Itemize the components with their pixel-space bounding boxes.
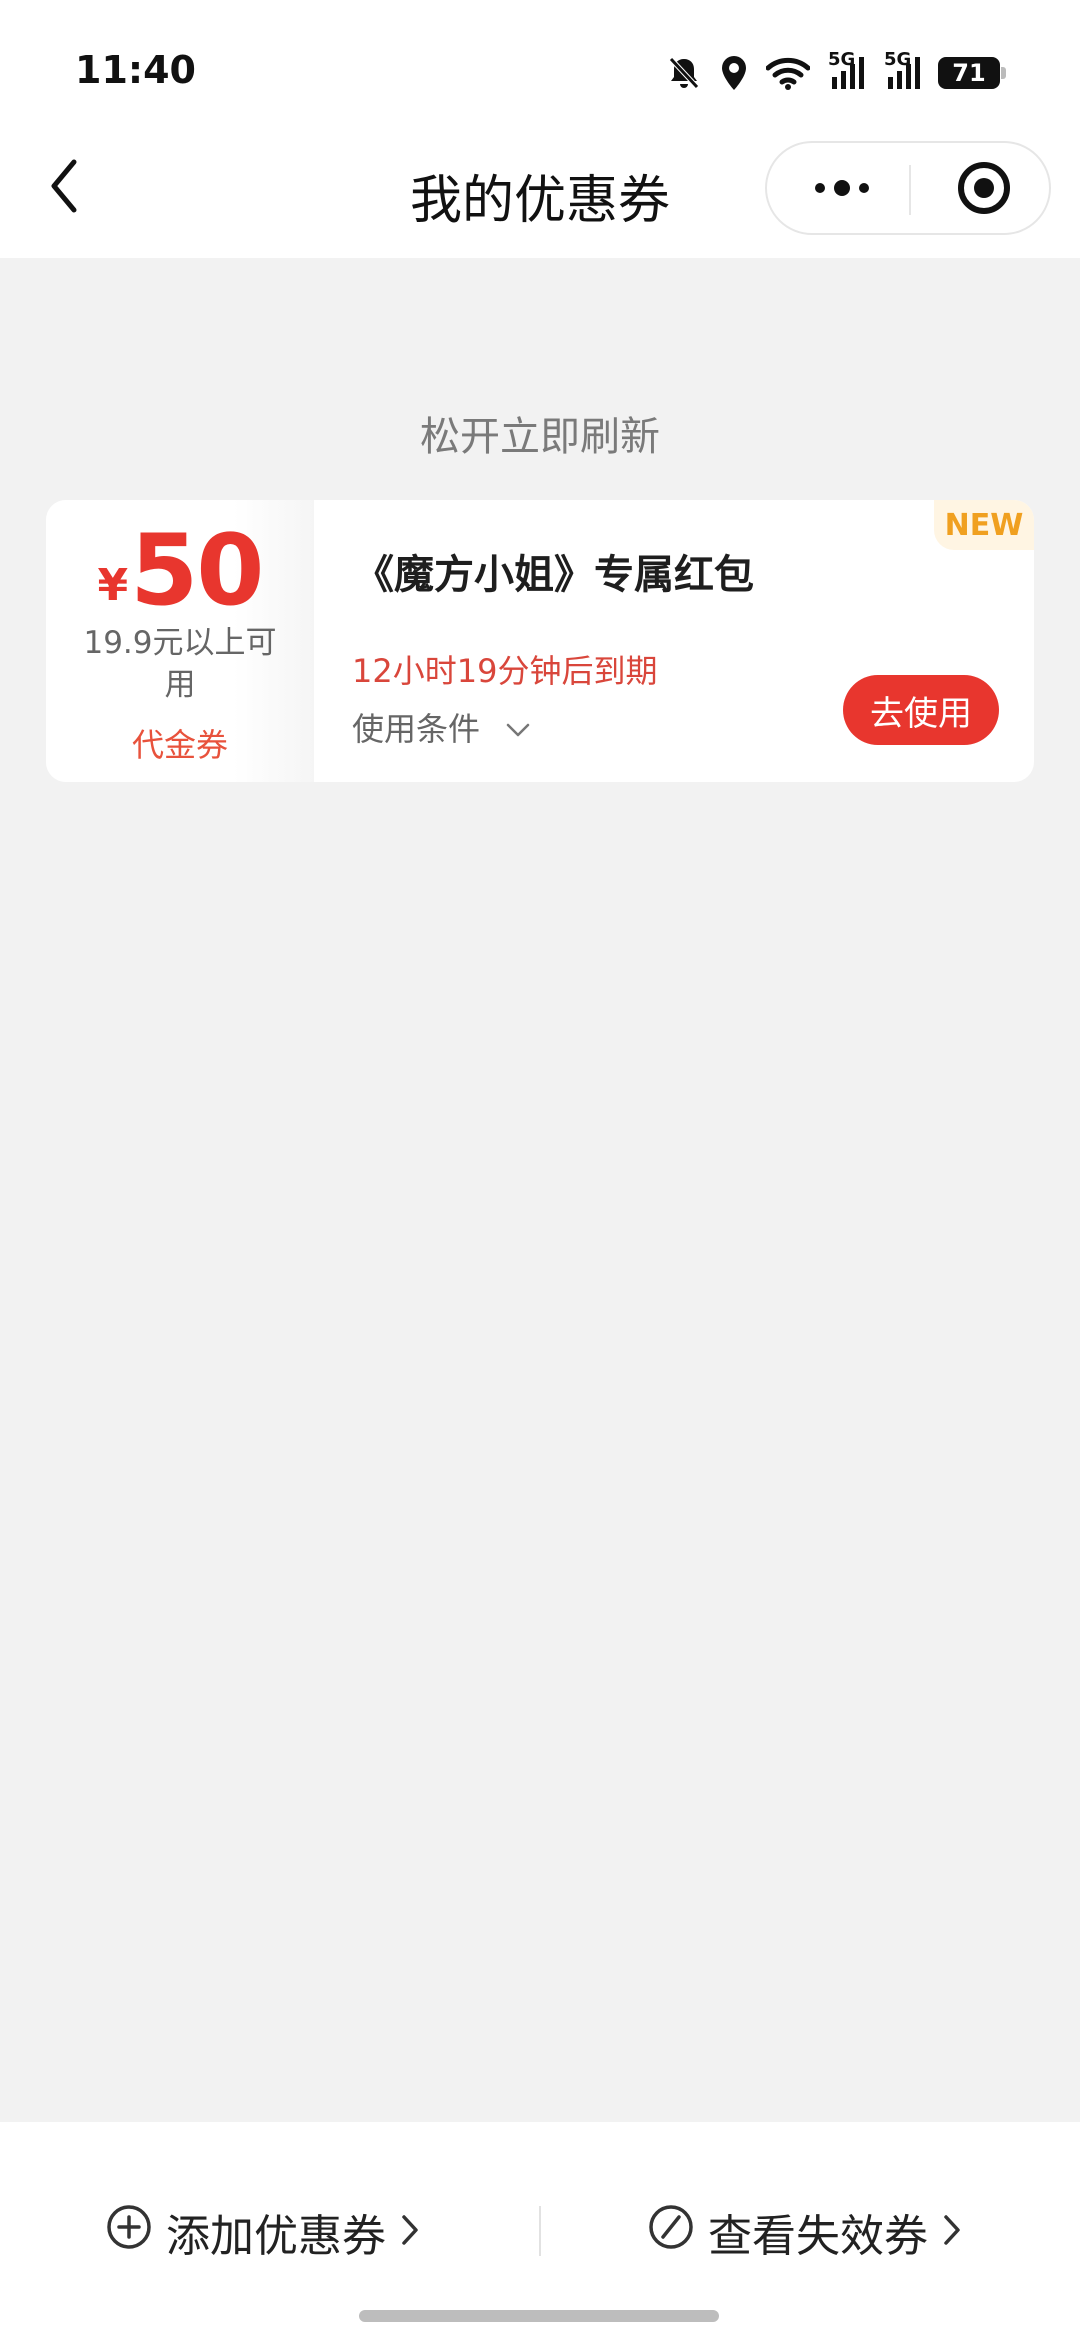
signal-icon-2: 5G — [882, 49, 922, 91]
signal-icon-1: 5G — [826, 49, 866, 91]
use-coupon-button[interactable]: 去使用 — [843, 675, 999, 745]
new-badge: NEW — [934, 500, 1034, 550]
coupon-card[interactable]: ¥50 19.9元以上可用 代金券 NEW 《魔方小姐》专属红包 12小时19分… — [46, 500, 1034, 782]
coupon-threshold: 19.9元以上可用 — [83, 625, 277, 703]
chevron-right-icon — [400, 2207, 420, 2258]
chevron-right-icon — [942, 2207, 962, 2258]
coupon-amount: ¥50 — [46, 514, 314, 628]
amount-value: 50 — [130, 514, 264, 628]
chevron-down-icon — [506, 708, 530, 746]
currency-symbol: ¥ — [97, 560, 129, 611]
bottom-divider — [539, 2206, 541, 2256]
more-button[interactable] — [787, 163, 897, 217]
network-type-1: 5G — [828, 49, 856, 70]
close-mini-program-button[interactable] — [929, 160, 1039, 220]
coupon-value-panel: ¥50 19.9元以上可用 代金券 — [46, 500, 314, 782]
add-coupon-button[interactable]: 添加优惠券 — [106, 2202, 420, 2262]
coupon-title: 《魔方小姐》专属红包 — [354, 552, 754, 598]
wifi-icon — [766, 56, 810, 90]
pull-refresh-hint: 松开立即刷新 — [420, 414, 660, 460]
usage-conditions-toggle[interactable]: 使用条件 — [352, 704, 530, 750]
coupon-type: 代金券 — [131, 726, 228, 764]
battery-icon: 71 — [938, 57, 1006, 89]
target-icon — [956, 160, 1012, 220]
status-time: 11:40 — [75, 48, 196, 92]
coupon-expire-time: 12小时19分钟后到期 — [352, 652, 658, 690]
mute-bell-icon — [666, 55, 702, 91]
mini-program-capsule — [765, 141, 1051, 235]
location-icon — [718, 54, 750, 92]
usage-conditions-label: 使用条件 — [352, 710, 481, 748]
more-dots-icon — [810, 178, 874, 202]
network-type-2: 5G — [884, 49, 912, 70]
capsule-divider — [909, 165, 911, 215]
forbidden-icon — [648, 2204, 694, 2261]
view-expired-coupons-button[interactable]: 查看失效券 — [648, 2202, 962, 2262]
view-expired-label: 查看失效券 — [708, 2211, 928, 2262]
plus-circle-icon — [106, 2204, 152, 2261]
status-icons: 5G 5G 71 — [666, 49, 1006, 96]
home-indicator[interactable] — [359, 2310, 719, 2322]
add-coupon-label: 添加优惠券 — [166, 2211, 386, 2262]
